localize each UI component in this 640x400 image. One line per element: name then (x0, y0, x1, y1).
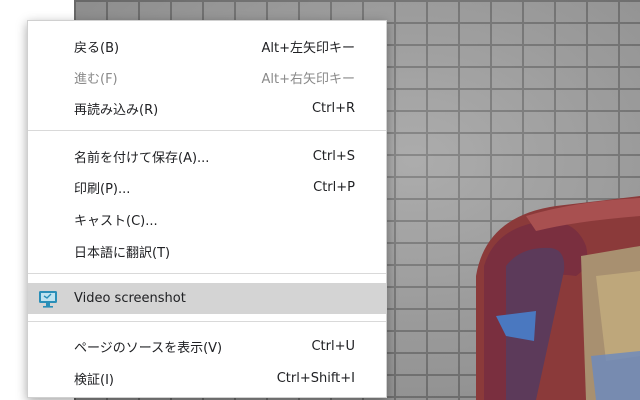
menu-item-label: Video screenshot (74, 291, 186, 306)
menu-item-reload[interactable]: 再読み込み(R) Ctrl+R (28, 93, 386, 124)
menu-item-label: キャスト(C)... (74, 214, 158, 229)
menu-item-label: ページのソースを表示(V) (74, 341, 223, 356)
menu-separator (28, 273, 386, 274)
menu-item-label: 名前を付けて保存(A)... (74, 151, 210, 166)
menu-item-label: 再読み込み(R) (74, 103, 159, 118)
monitor-icon (39, 291, 57, 308)
menu-item-cast[interactable]: キャスト(C)... (28, 204, 386, 235)
menu-item-view-source[interactable]: ページのソースを表示(V) Ctrl+U (28, 331, 386, 362)
menu-item-shortcut: Ctrl+R (311, 101, 355, 116)
menu-item-shortcut: Ctrl+S (312, 149, 355, 164)
menu-item-label: 進む(F) (74, 72, 118, 87)
menu-item-shortcut: Alt+左矢印キー (261, 41, 356, 56)
menu-item-back[interactable]: 戻る(B) Alt+左矢印キー (28, 31, 386, 62)
menu-item-shortcut: Alt+右矢印キー (261, 72, 356, 87)
menu-separator (28, 130, 386, 131)
menu-item-label: 検証(I) (74, 373, 114, 388)
menu-item-shortcut: Ctrl+U (311, 339, 355, 354)
menu-item-shortcut: Ctrl+Shift+I (276, 371, 355, 386)
menu-item-video-screenshot[interactable]: Video screenshot (28, 283, 386, 314)
menu-item-inspect[interactable]: 検証(I) Ctrl+Shift+I (28, 363, 386, 394)
menu-item-forward[interactable]: 進む(F) Alt+右矢印キー (28, 62, 386, 93)
red-armchair-image (476, 196, 640, 400)
menu-item-print[interactable]: 印刷(P)... Ctrl+P (28, 172, 386, 203)
menu-item-label: 印刷(P)... (74, 182, 131, 197)
menu-item-save-as[interactable]: 名前を付けて保存(A)... Ctrl+S (28, 141, 386, 172)
menu-item-shortcut: Ctrl+P (313, 180, 355, 195)
context-menu: 戻る(B) Alt+左矢印キー 進む(F) Alt+右矢印キー 再読み込み(R)… (27, 20, 387, 398)
menu-item-label: 日本語に翻訳(T) (74, 246, 171, 261)
menu-item-label: 戻る(B) (74, 41, 120, 56)
menu-separator (28, 321, 386, 322)
menu-item-translate[interactable]: 日本語に翻訳(T) (28, 236, 386, 267)
